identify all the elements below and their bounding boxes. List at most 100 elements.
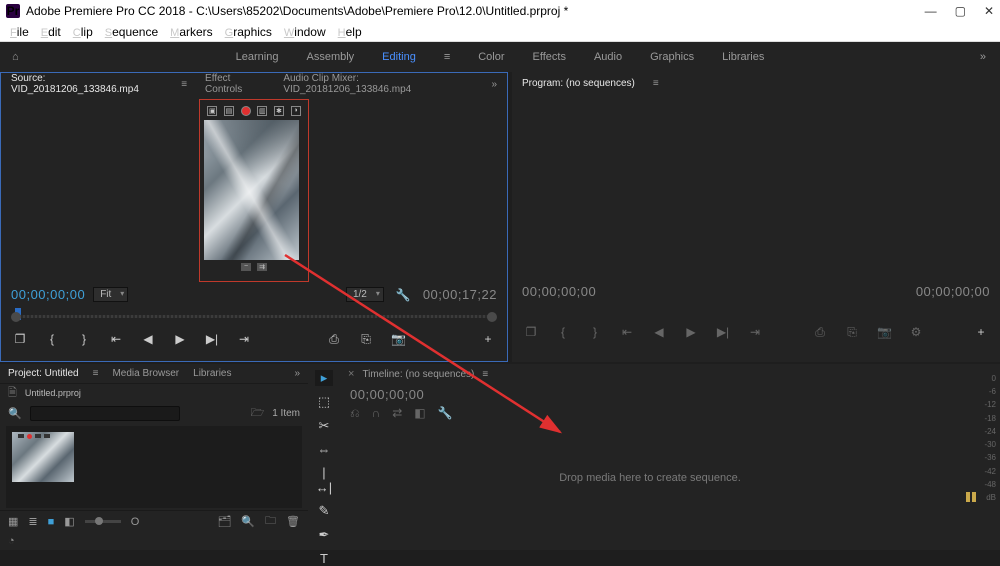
timeline-close-icon[interactable]: ×	[348, 368, 354, 380]
go-to-out-button[interactable]: ⇥	[748, 325, 762, 339]
track-select-tool[interactable]: ⬚	[315, 394, 333, 410]
export-frame-button[interactable]: 📷	[877, 325, 891, 339]
tl-tool-nest[interactable]: ⎌	[350, 406, 360, 422]
workspace-editing[interactable]: Editing	[382, 51, 416, 63]
scrub-handle-left[interactable]	[11, 312, 21, 322]
lift-button[interactable]: ⎙	[813, 325, 827, 340]
source-timecode-left[interactable]: 00;00;00;00	[11, 287, 85, 302]
menu-edit[interactable]: Edit	[35, 25, 67, 39]
program-timecode-left[interactable]: 00;00;00;00	[522, 284, 596, 299]
slip-tool[interactable]: |↔|	[315, 465, 333, 495]
source-overflow-icon[interactable]: »	[491, 79, 497, 90]
close-button[interactable]: ✕	[984, 4, 994, 18]
timeline-timecode[interactable]: 00;00;00;00	[350, 387, 424, 402]
tab-media-browser[interactable]: Media Browser	[112, 368, 179, 379]
icon-view-button[interactable]: ≣	[28, 515, 37, 528]
delete-button[interactable]: 🗑	[286, 515, 300, 528]
workspace-effects[interactable]: Effects	[533, 51, 566, 63]
freeform-view-button[interactable]: ■	[48, 516, 55, 528]
tab-timeline[interactable]: Timeline: (no sequences)	[362, 369, 474, 380]
new-bin-button[interactable]: 🗂	[217, 515, 231, 528]
program-viewer[interactable]	[512, 94, 1000, 282]
step-back-button[interactable]: ◀	[141, 332, 155, 346]
workspace-learning[interactable]: Learning	[236, 51, 279, 63]
insert-button[interactable]: ⎙	[327, 332, 341, 347]
bin-thumbnail[interactable]	[12, 432, 74, 482]
timeline-drop-area[interactable]: Drop media here to create sequence.	[340, 424, 960, 532]
go-to-out-button[interactable]: ⇥	[237, 332, 251, 346]
workspace-graphics[interactable]: Graphics	[650, 51, 694, 63]
project-overflow-icon[interactable]: »	[294, 368, 300, 379]
go-to-in-button[interactable]: ⇤	[620, 325, 634, 339]
overwrite-button[interactable]: ⎘	[359, 332, 373, 347]
clip-overlay-btn[interactable]: ▥	[257, 106, 267, 116]
zoom-dropdown[interactable]: 1/2	[346, 287, 384, 302]
go-to-in-button[interactable]: ⇤	[109, 332, 123, 346]
workspace-assembly[interactable]: Assembly	[306, 51, 354, 63]
sort-button[interactable]: ◧	[64, 515, 74, 528]
clip-bottom-btn[interactable]: −	[241, 263, 251, 271]
hand-tool[interactable]: ✒	[315, 527, 333, 543]
search-icon[interactable]: 🔍	[8, 407, 22, 420]
scrub-handle-right[interactable]	[487, 312, 497, 322]
clip-overlay-btn[interactable]: ◑	[291, 106, 301, 116]
workspace-overflow-icon[interactable]: »	[980, 51, 986, 63]
menu-window[interactable]: Window	[278, 25, 332, 39]
play-button[interactable]: ▶	[173, 332, 187, 346]
step-fwd-button[interactable]: ▶|	[716, 325, 730, 339]
mark-out-button[interactable]: }	[588, 325, 602, 339]
list-view-button[interactable]: ▦	[8, 515, 18, 528]
export-frame-button[interactable]: 📷	[391, 332, 405, 346]
find-button[interactable]: 🔍	[241, 515, 255, 528]
menu-file[interactable]: File	[4, 25, 35, 39]
record-icon[interactable]	[241, 106, 251, 116]
play-button[interactable]: ▶	[684, 325, 698, 339]
clip-overlay-btn[interactable]: ▤	[224, 106, 234, 116]
mark-in-button[interactable]: {	[45, 332, 59, 346]
maximize-button[interactable]: ▢	[955, 4, 966, 18]
menu-sequence[interactable]: Sequence	[99, 25, 164, 39]
tab-source[interactable]: Source: VID_20181206_133846.mp4	[11, 73, 163, 95]
tl-tool-settings[interactable]: 🔧	[438, 406, 453, 422]
razor-tool[interactable]: ⇔	[315, 442, 333, 457]
project-tab-menu-icon[interactable]: ≡	[93, 368, 99, 379]
status-icon[interactable]: ◔	[8, 535, 15, 547]
extract-button[interactable]: ⎘	[845, 325, 859, 340]
menu-graphics[interactable]: Graphics	[219, 25, 278, 39]
settings-wrench-icon[interactable]: 🔧	[396, 288, 411, 302]
menu-markers[interactable]: Markers	[164, 25, 219, 39]
source-tab-menu-icon[interactable]: ≡	[181, 79, 187, 90]
tab-effect-controls[interactable]: Effect Controls	[205, 73, 265, 95]
marker-button[interactable]: ❐	[13, 332, 27, 346]
button-editor-plus[interactable]: +	[481, 332, 495, 346]
thumbnail-size-slider[interactable]	[85, 520, 121, 523]
source-scrubber[interactable]	[11, 306, 497, 324]
search-input[interactable]	[30, 406, 180, 421]
fit-dropdown[interactable]: Fit	[93, 287, 128, 302]
tab-program[interactable]: Program: (no sequences)	[522, 78, 635, 89]
comparison-button[interactable]: ⚙	[909, 325, 923, 339]
step-back-button[interactable]: ◀	[652, 325, 666, 339]
step-fwd-button[interactable]: ▶|	[205, 332, 219, 346]
menu-clip[interactable]: Clip	[67, 25, 99, 39]
tl-tool-snap[interactable]: ∩	[372, 406, 381, 422]
tab-libraries[interactable]: Libraries	[193, 368, 231, 379]
clip-overlay-btn[interactable]: ✱	[274, 106, 284, 116]
source-viewer[interactable]: ▣ ▤ ▥ ✱ ◑ − ⇉	[1, 95, 507, 285]
minimize-button[interactable]: —	[925, 4, 937, 18]
timeline-tab-menu-icon[interactable]: ≡	[482, 369, 488, 380]
home-icon[interactable]: ⌂	[12, 51, 19, 63]
pen-tool[interactable]: ✎	[315, 503, 333, 519]
marker-button[interactable]: ❐	[524, 325, 538, 339]
selection-tool[interactable]: ▸	[315, 370, 333, 386]
workspace-menu-icon[interactable]: ≡	[444, 51, 450, 63]
tab-audio-mixer[interactable]: Audio Clip Mixer: VID_20181206_133846.mp…	[283, 73, 473, 95]
tab-project[interactable]: Project: Untitled	[8, 368, 79, 379]
project-bin[interactable]	[6, 426, 302, 508]
mark-out-button[interactable]: }	[77, 332, 91, 346]
new-item-button[interactable]: 🗀	[265, 512, 276, 531]
clip-bottom-btn[interactable]: ⇉	[257, 263, 267, 271]
workspace-audio[interactable]: Audio	[594, 51, 622, 63]
button-editor-plus[interactable]: +	[974, 325, 988, 339]
clip-overlay-btn[interactable]: ▣	[207, 106, 217, 116]
